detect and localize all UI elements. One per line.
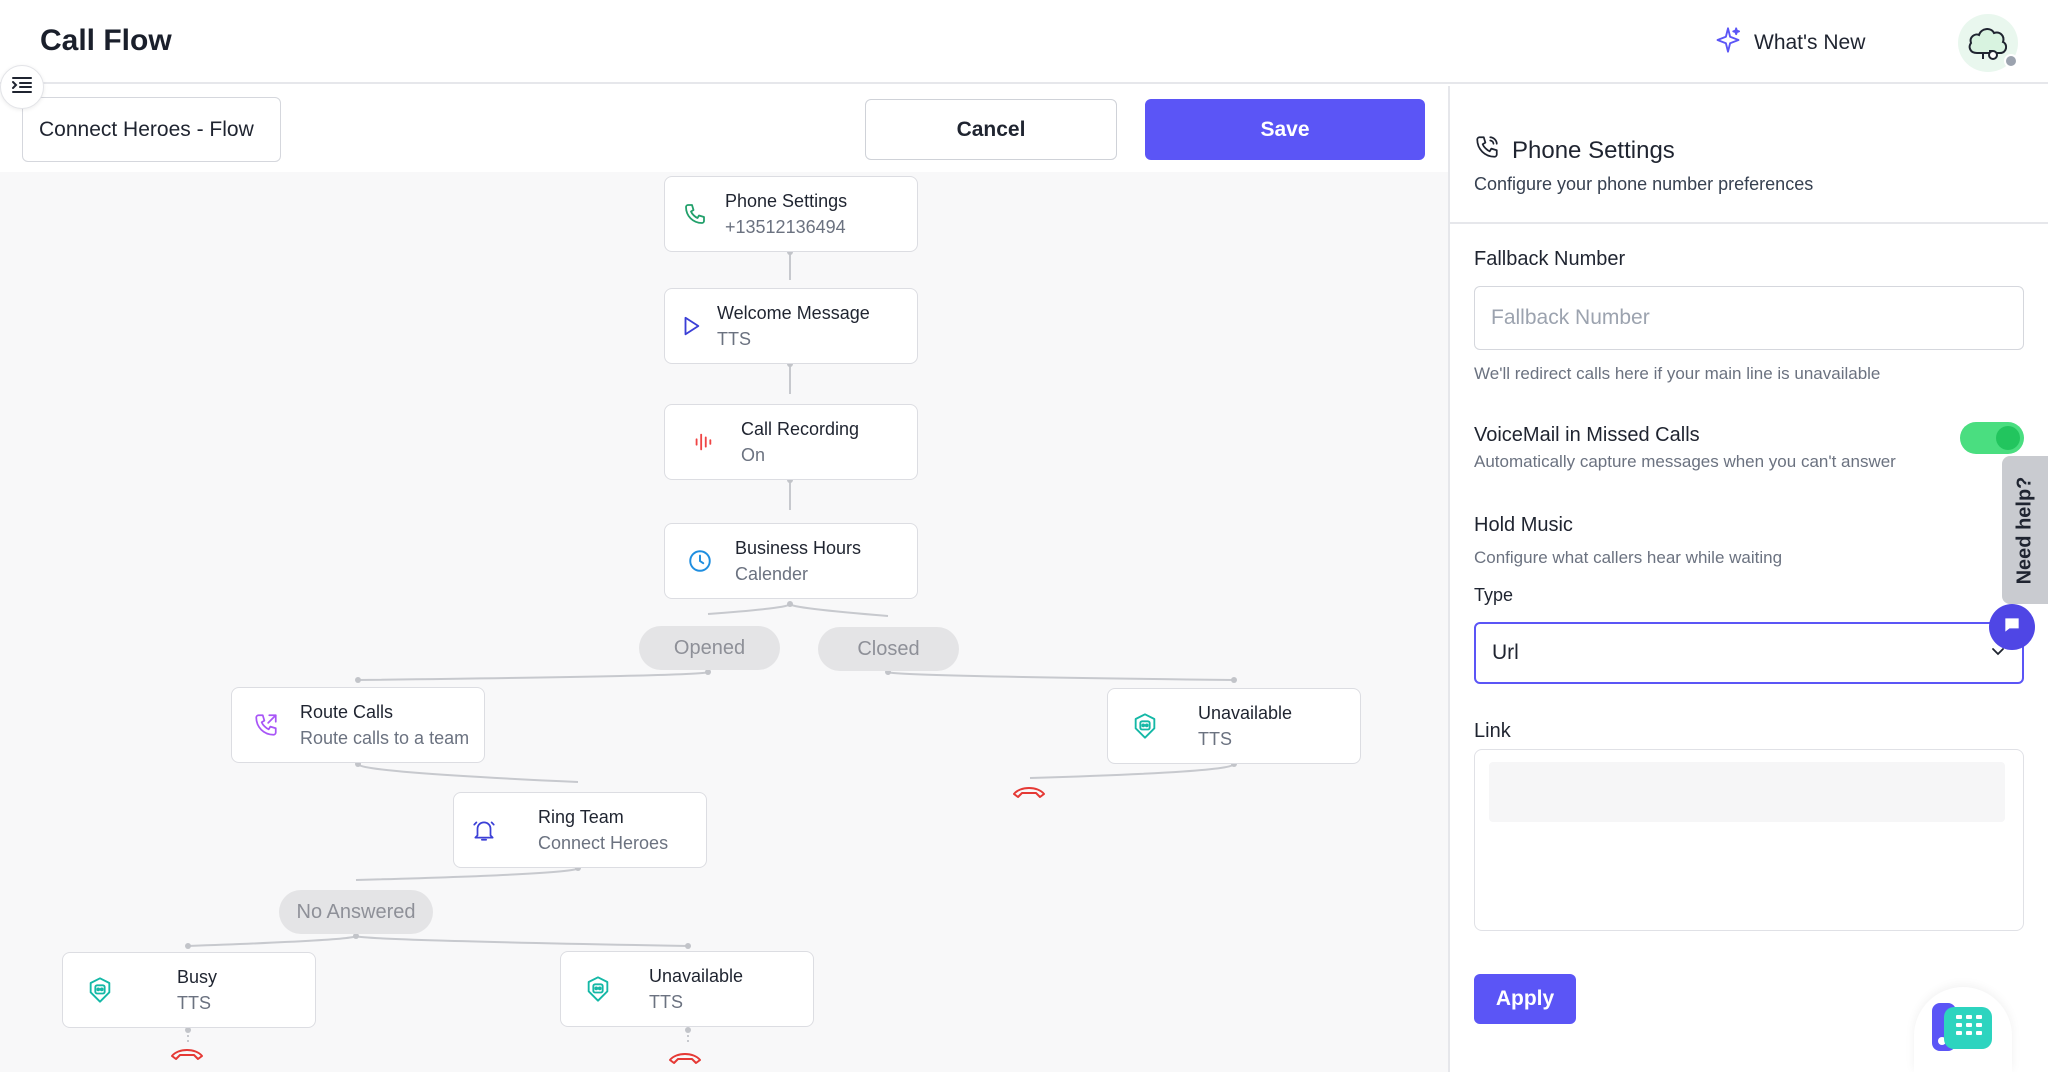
page-title: Call Flow (40, 24, 172, 57)
node-subtitle: +13512136494 (725, 217, 846, 237)
chat-icon (2002, 615, 2022, 640)
fallback-number-label: Fallback Number (1474, 248, 1626, 270)
phone-icon (1474, 134, 1500, 167)
whats-new-button[interactable]: What's New (1714, 26, 1865, 60)
node-subtitle: TTS (1198, 729, 1232, 749)
node-title: Ring Team (538, 807, 624, 827)
sidebar-toggle-button[interactable] (0, 65, 44, 109)
hold-music-hint: Configure what callers hear while waitin… (1474, 548, 1783, 567)
node-ring-team[interactable]: Ring Team Connect Heroes (453, 792, 707, 868)
node-unavailable-no-answer[interactable]: Unavailable TTS (560, 951, 814, 1027)
fallback-number-placeholder: Fallback Number (1491, 306, 1650, 329)
status-dot (2004, 54, 2018, 68)
voicemail-hint: Automatically capture messages when you … (1474, 452, 1896, 471)
need-help-tab[interactable]: Need help? (2002, 456, 2048, 604)
need-help-label: Need help? (2013, 476, 2036, 584)
phone-forward-icon (232, 712, 300, 738)
node-unavailable-closed[interactable]: Unavailable TTS (1107, 688, 1361, 764)
link-input[interactable] (1474, 749, 2024, 931)
node-subtitle: TTS (717, 329, 751, 349)
node-subtitle: Calender (735, 564, 809, 584)
chat-button[interactable] (1989, 604, 2035, 650)
node-title: Unavailable (649, 966, 744, 986)
node-subtitle: TTS (649, 992, 683, 1012)
node-title: Busy (177, 967, 218, 987)
link-label: Link (1474, 720, 1511, 742)
type-label: Type (1474, 585, 1514, 605)
waveform-icon (665, 431, 741, 453)
node-title: Business Hours (735, 538, 862, 558)
panel-subtitle: Configure your phone number preferences (1474, 174, 1814, 194)
robot-icon (1108, 712, 1182, 740)
panel-title: Phone Settings (1512, 136, 1675, 164)
voicemail-label: VoiceMail in Missed Calls (1474, 424, 1700, 446)
type-select-value: Url (1492, 641, 1519, 664)
save-button[interactable]: Save (1145, 99, 1425, 160)
robot-icon (63, 976, 137, 1004)
branch-opened[interactable]: Opened (639, 626, 780, 670)
hangup-icon (1012, 784, 1046, 805)
sparkle-icon (1714, 26, 1742, 60)
node-title: Phone Settings (725, 191, 848, 211)
type-select[interactable]: Url (1474, 622, 2024, 684)
settings-panel: Phone Settings Configure your phone numb… (1448, 86, 2048, 1072)
avatar[interactable] (1958, 14, 2018, 72)
node-title: Route Calls (300, 702, 394, 722)
play-icon (665, 315, 717, 337)
node-subtitle: Route calls to a team (300, 728, 470, 748)
node-subtitle: TTS (177, 993, 211, 1013)
robot-icon (561, 975, 635, 1003)
flow-canvas[interactable]: Phone Settings +13512136494 Welcome Mess… (0, 172, 1448, 1072)
clock-icon (665, 548, 735, 574)
bell-icon (454, 817, 514, 843)
cancel-button[interactable]: Cancel (865, 99, 1117, 160)
node-busy[interactable]: Busy TTS (62, 952, 316, 1028)
menu-indent-icon (11, 75, 33, 100)
node-route-calls[interactable]: Route Calls Route calls to a team (231, 687, 485, 763)
node-business-hours[interactable]: Business Hours Calender (664, 523, 918, 599)
hangup-icon (170, 1046, 204, 1067)
node-title: Welcome Message (717, 303, 870, 323)
whats-new-label: What's New (1754, 31, 1866, 54)
dialpad-icon (1930, 1001, 1996, 1058)
hold-music-label: Hold Music (1474, 514, 1573, 536)
node-welcome-message[interactable]: Welcome Message TTS (664, 288, 918, 364)
node-phone-settings[interactable]: Phone Settings +13512136494 (664, 176, 918, 252)
top-bar: Call Flow What's New (0, 0, 2048, 84)
phone-icon (665, 202, 725, 226)
fallback-number-hint: We'll redirect calls here if your main l… (1474, 364, 1881, 383)
node-call-recording[interactable]: Call Recording On (664, 404, 918, 480)
branch-closed[interactable]: Closed (818, 627, 959, 671)
node-title: Call Recording (741, 419, 860, 439)
apply-button[interactable]: Apply (1474, 974, 1576, 1024)
branch-no-answered[interactable]: No Answered (279, 890, 433, 934)
panel-header: Phone Settings (1474, 134, 1675, 167)
node-subtitle: On (741, 445, 766, 465)
fallback-number-input[interactable]: Fallback Number (1474, 286, 2024, 350)
link-input-placeholder (1489, 762, 2005, 822)
node-title: Unavailable (1198, 703, 1293, 723)
node-subtitle: Connect Heroes (538, 833, 669, 853)
voicemail-toggle[interactable] (1960, 422, 2024, 454)
divider (1450, 222, 2048, 224)
hangup-icon (668, 1050, 702, 1071)
flow-name-field[interactable]: Connect Heroes - Flow (22, 97, 281, 162)
